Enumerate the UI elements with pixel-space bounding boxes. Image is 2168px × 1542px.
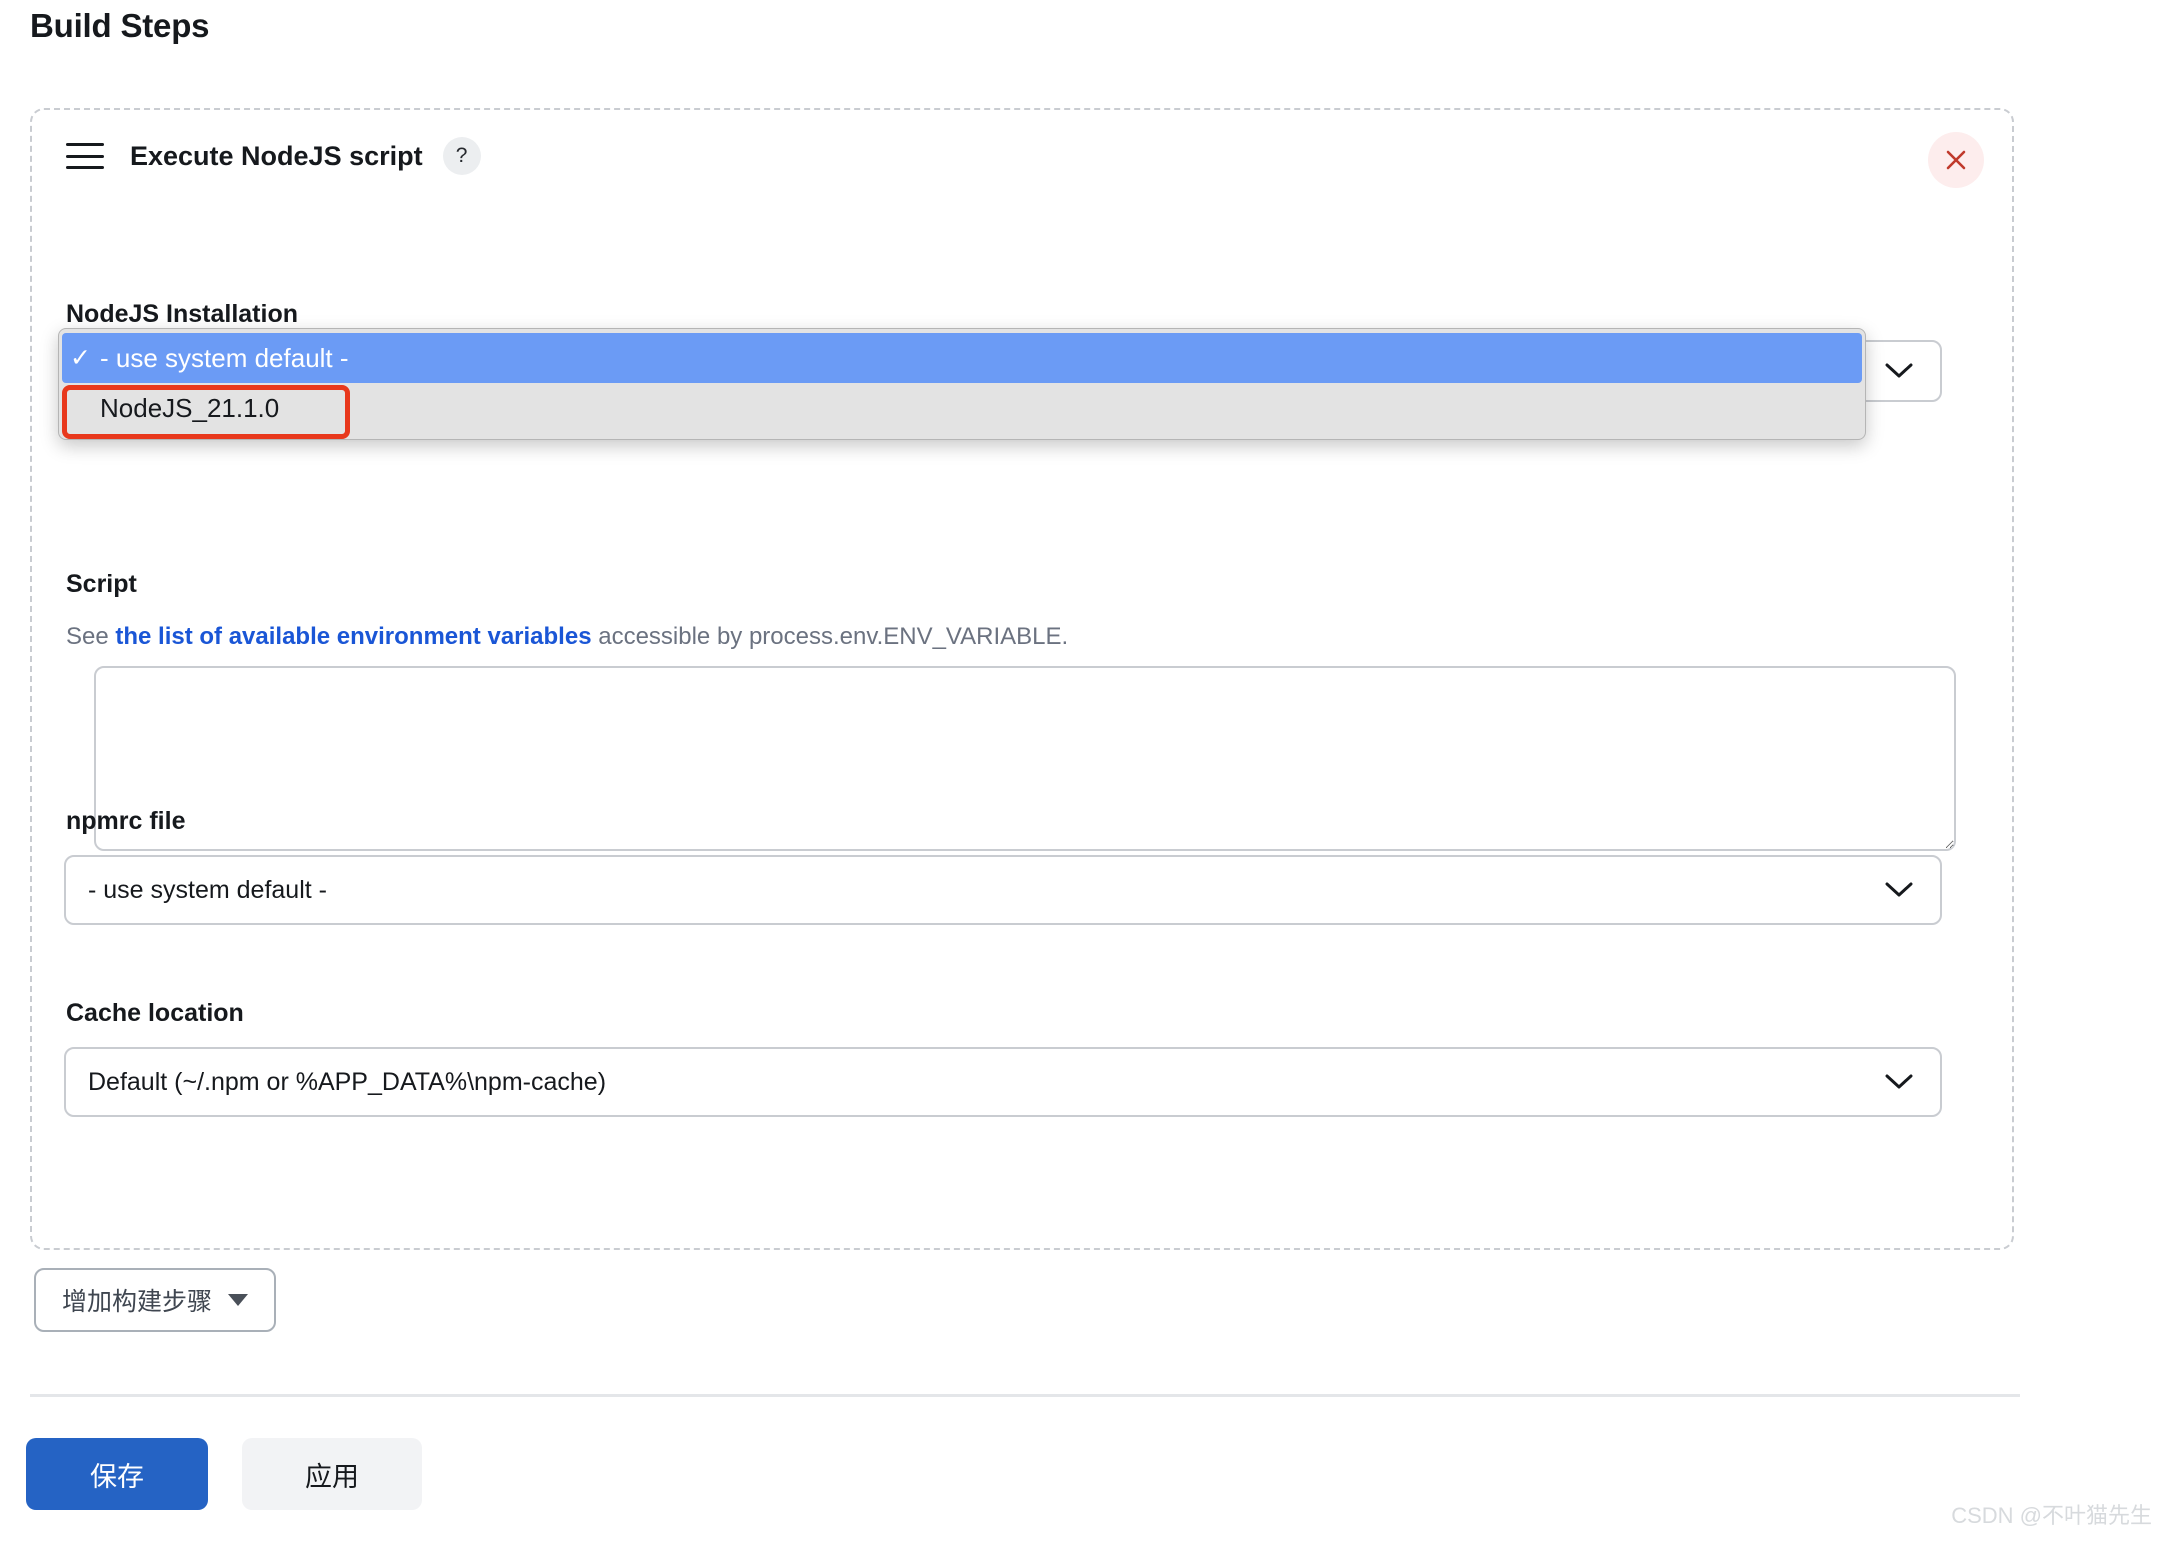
nodejs-installation-dropdown-popup[interactable]: ✓ - use system default - NodeJS_21.1.0 bbox=[58, 328, 1866, 440]
apply-button[interactable]: 应用 bbox=[242, 1438, 422, 1510]
footer-divider bbox=[30, 1394, 2020, 1397]
check-icon: ✓ bbox=[70, 344, 91, 372]
nodejs-installation-label: NodeJS Installation bbox=[66, 300, 298, 328]
caret-down-icon bbox=[228, 1294, 249, 1306]
check-icon-placeholder bbox=[70, 394, 100, 423]
chevron-down-icon bbox=[1884, 881, 1914, 899]
build-step-card: Execute NodeJS script ? NodeJS Installat… bbox=[30, 108, 2014, 1250]
dropdown-option-nodejs-21-1-0[interactable]: NodeJS_21.1.0 bbox=[62, 383, 1862, 433]
dropdown-option-label: NodeJS_21.1.0 bbox=[100, 392, 280, 423]
cache-location-select[interactable]: Default (~/.npm or %APP_DATA%\npm-cache) bbox=[64, 1047, 1942, 1117]
build-step-title: Execute NodeJS script bbox=[130, 140, 423, 171]
cache-location-value: Default (~/.npm or %APP_DATA%\npm-cache) bbox=[88, 1067, 607, 1096]
env-variables-link[interactable]: the list of available environment variab… bbox=[115, 623, 591, 650]
script-label: Script bbox=[66, 570, 137, 598]
footer-bar: 保存 应用 bbox=[0, 1412, 2168, 1542]
script-input[interactable] bbox=[94, 666, 1956, 851]
dropdown-option-label: - use system default - bbox=[100, 342, 349, 373]
script-help-prefix: See bbox=[66, 623, 116, 650]
add-build-step-button[interactable]: 增加构建步骤 bbox=[34, 1268, 277, 1332]
add-build-step-label: 增加构建步骤 bbox=[62, 1288, 213, 1316]
page-title: Build Steps bbox=[30, 7, 210, 44]
help-icon[interactable]: ? bbox=[442, 137, 481, 175]
npmrc-file-value: - use system default - bbox=[88, 875, 327, 904]
script-help-suffix: accessible by process.env.ENV_VARIABLE. bbox=[591, 623, 1069, 650]
save-button[interactable]: 保存 bbox=[26, 1438, 208, 1510]
npmrc-file-label: npmrc file bbox=[66, 807, 186, 835]
npmrc-file-select[interactable]: - use system default - bbox=[64, 855, 1942, 925]
script-help-text: See the list of available environment va… bbox=[66, 623, 1068, 651]
chevron-down-icon bbox=[1884, 1073, 1914, 1091]
hamburger-icon[interactable] bbox=[66, 143, 104, 169]
watermark: CSDN @不叶猫先生 bbox=[1951, 1503, 2152, 1528]
dropdown-option-system-default[interactable]: ✓ - use system default - bbox=[62, 333, 1862, 383]
chevron-down-icon bbox=[1884, 362, 1914, 380]
build-step-header: Execute NodeJS script ? bbox=[66, 132, 481, 180]
close-icon[interactable] bbox=[1928, 132, 1984, 188]
cache-location-label: Cache location bbox=[66, 999, 244, 1027]
